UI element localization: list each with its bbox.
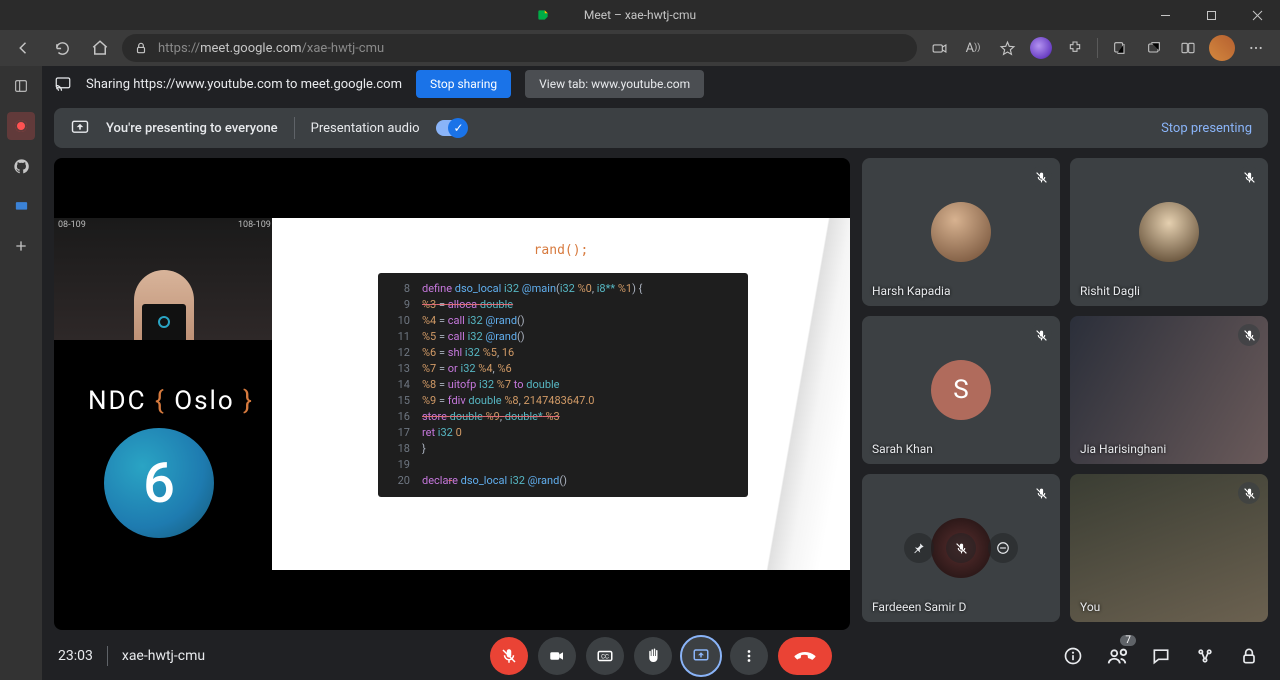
mute-icon[interactable] (946, 533, 976, 563)
pin-icon[interactable] (904, 533, 934, 563)
participant-tile[interactable]: SSarah Khan (862, 316, 1060, 464)
meeting-bottom-bar: 23:03 xae-hwtj-cmu CC 7 (42, 632, 1280, 680)
tile-hover-controls (904, 533, 1018, 563)
maximize-button[interactable] (1188, 0, 1234, 30)
countdown-circle: 6 (104, 428, 214, 538)
url-host: meet.google.com (200, 41, 301, 56)
stop-sharing-button[interactable]: Stop sharing (416, 70, 511, 98)
presentation-audio-toggle[interactable]: ✓ (436, 120, 466, 136)
participant-tile[interactable]: You (1070, 474, 1268, 622)
stop-presenting-link[interactable]: Stop presenting (1161, 121, 1252, 136)
chat-button[interactable] (1146, 641, 1176, 671)
cast-icon (54, 75, 72, 93)
activities-button[interactable] (1190, 641, 1220, 671)
mic-muted-icon (1030, 324, 1052, 346)
participant-tile[interactable]: Fardeeen Samir D (862, 474, 1060, 622)
back-button[interactable] (8, 32, 40, 64)
yt-timestamp-left: 08-109 (58, 220, 86, 230)
meeting-info-button[interactable] (1058, 641, 1088, 671)
copilot-icon[interactable] (1025, 32, 1057, 64)
lock-icon (134, 41, 148, 55)
participant-tile[interactable]: Rishit Dagli (1070, 158, 1268, 306)
collections-icon[interactable] (1104, 32, 1136, 64)
mic-button[interactable] (490, 637, 528, 675)
more-options-button[interactable] (730, 637, 768, 675)
share-message: Sharing https://www.youtube.com to meet.… (86, 77, 402, 92)
sidebar-github-icon[interactable] (7, 152, 35, 180)
participant-count-badge: 7 (1120, 635, 1136, 646)
close-button[interactable] (1234, 0, 1280, 30)
mic-muted-icon (1238, 166, 1260, 188)
mic-muted-icon (1030, 166, 1052, 188)
mic-muted-icon (1238, 482, 1260, 504)
mic-muted-icon (1238, 324, 1260, 346)
meet-favicon (536, 8, 550, 22)
present-screen-icon (70, 118, 90, 138)
present-button[interactable] (682, 637, 720, 675)
slide-heading: rand(); (534, 243, 589, 258)
slide-area: rand(); 8define dso_local i32 @main(i32 … (272, 218, 850, 570)
presenting-text: You're presenting to everyone (106, 121, 278, 136)
participant-tile[interactable]: Harsh Kapadia (862, 158, 1060, 306)
participant-name: Jia Harisinghani (1080, 442, 1166, 456)
presenting-banner: You're presenting to everyone Presentati… (54, 108, 1268, 148)
window-title: Meet – xae-hwtj-cmu (584, 8, 696, 22)
participant-name: Rishit Dagli (1080, 284, 1140, 298)
url-path: /xae-hwtj-cmu (302, 41, 385, 56)
presentation-audio-label: Presentation audio (311, 121, 420, 136)
extensions-icon[interactable] (1059, 32, 1091, 64)
ndc-logo: NDC { Oslo } (88, 386, 254, 416)
tab-actions-icon[interactable] (1138, 32, 1170, 64)
url-protocol: https:// (158, 41, 200, 56)
participant-grid: Harsh Kapadia Rishit Dagli SSarah Khan Jia … (862, 158, 1268, 630)
sidebar-display-icon[interactable] (7, 192, 35, 220)
svg-text:CC: CC (601, 653, 609, 660)
camera-permission-icon[interactable] (923, 32, 955, 64)
address-bar[interactable]: https://meet.google.com/xae-hwtj-cmu (122, 34, 917, 62)
participant-tile[interactable]: Jia Harisinghani (1070, 316, 1268, 464)
home-button[interactable] (84, 32, 116, 64)
captions-button[interactable]: CC (586, 637, 624, 675)
remove-icon[interactable] (988, 533, 1018, 563)
presentation-stage[interactable]: 08-109 108-109 NDC { Oslo } 6 rand(); 8d… (54, 158, 850, 630)
sidebar-add-icon[interactable] (7, 232, 35, 260)
browser-menu-icon[interactable] (1240, 32, 1272, 64)
host-controls-button[interactable] (1234, 641, 1264, 671)
mic-muted-icon (1030, 482, 1052, 504)
code-block: 8define dso_local i32 @main(i32 %0, i8**… (378, 273, 748, 497)
yt-timestamp-right: 108-109 (238, 220, 271, 230)
read-aloud-icon[interactable]: A)) (957, 32, 989, 64)
sidebar-tabs-icon[interactable] (7, 72, 35, 100)
window-titlebar: Meet – xae-hwtj-cmu (0, 0, 1280, 30)
minimize-button[interactable] (1142, 0, 1188, 30)
browser-toolbar: https://meet.google.com/xae-hwtj-cmu A)) (0, 30, 1280, 66)
split-screen-icon[interactable] (1172, 32, 1204, 64)
sidebar-record-icon[interactable] (7, 112, 35, 140)
favorite-icon[interactable] (991, 32, 1023, 64)
participant-name: Harsh Kapadia (872, 284, 950, 298)
profile-avatar[interactable] (1206, 32, 1238, 64)
participant-name: Sarah Khan (872, 442, 933, 456)
participant-name: You (1080, 600, 1100, 614)
camera-button[interactable] (538, 637, 576, 675)
clock: 23:03 (58, 648, 93, 664)
share-notification-bar: Sharing https://www.youtube.com to meet.… (42, 66, 1280, 102)
browser-sidebar (0, 66, 42, 680)
youtube-thumbnail (54, 218, 274, 340)
people-button[interactable]: 7 (1102, 641, 1132, 671)
view-tab-button[interactable]: View tab: www.youtube.com (525, 70, 704, 98)
participant-name: Fardeeen Samir D (872, 600, 966, 614)
refresh-button[interactable] (46, 32, 78, 64)
meeting-id: xae-hwtj-cmu (122, 648, 205, 664)
leave-call-button[interactable] (778, 637, 832, 675)
raise-hand-button[interactable] (634, 637, 672, 675)
